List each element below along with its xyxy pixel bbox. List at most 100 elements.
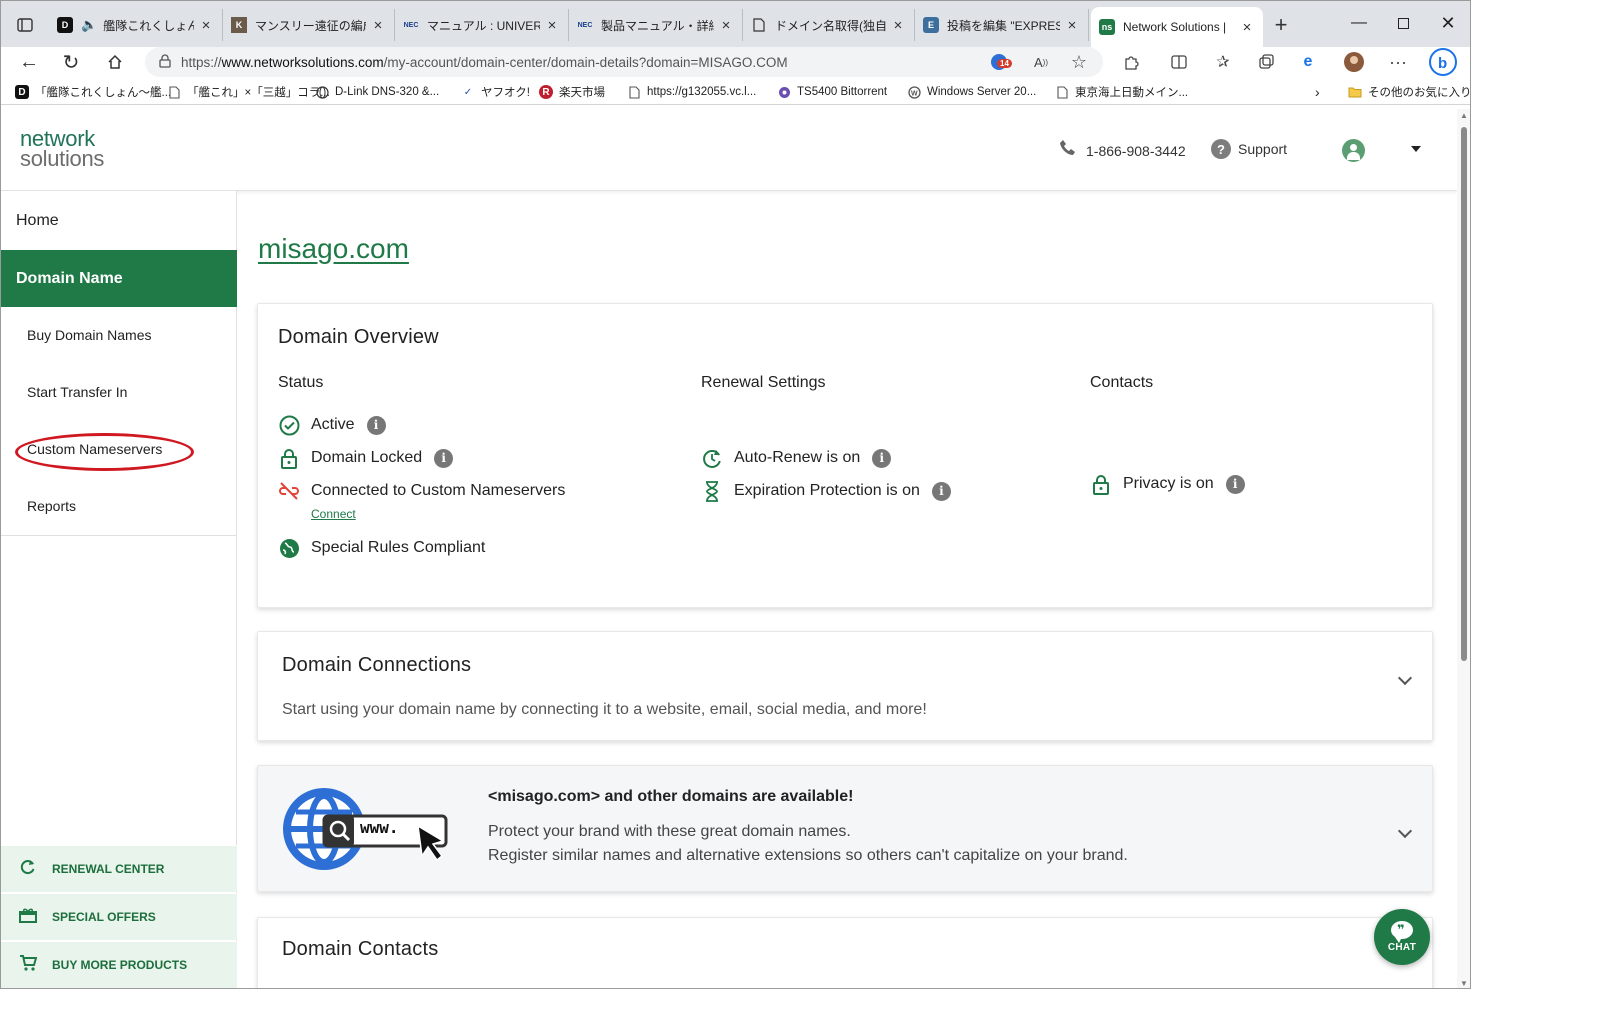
address-bar: ← ↻ https://www.networksolutions.com/my-… bbox=[1, 47, 1470, 77]
domain-overview-card: Domain Overview Status Renewal Settings … bbox=[257, 303, 1433, 608]
info-icon[interactable]: i bbox=[1225, 474, 1245, 494]
url-domain: www.networksolutions.com bbox=[221, 54, 384, 70]
lock-icon bbox=[278, 447, 300, 469]
more-menu-icon[interactable]: ··· bbox=[1382, 47, 1414, 77]
close-icon[interactable]: × bbox=[718, 17, 734, 34]
phone-link[interactable]: 1-866-908-3442 bbox=[1059, 139, 1186, 162]
new-tab-button[interactable]: + bbox=[1267, 11, 1295, 39]
bookmark-item[interactable]: D 「艦隊これくしょん～艦... bbox=[15, 83, 171, 101]
tab-post-edit[interactable]: E 投稿を編集 "EXPRESS × bbox=[915, 9, 1089, 41]
bookmark-label: D-Link DNS-320 &... bbox=[335, 86, 440, 98]
lock-icon[interactable] bbox=[159, 53, 181, 71]
bookmark-item[interactable]: D-Link DNS-320 &... bbox=[315, 83, 439, 101]
renewal-center-link[interactable]: RENEWAL CENTER bbox=[1, 845, 237, 892]
domain-connections-card[interactable]: Domain Connections Start using your doma… bbox=[257, 631, 1433, 741]
logo-line2: solutions bbox=[20, 146, 105, 171]
tab-monthly[interactable]: K マンスリー遠征の編成 × bbox=[223, 9, 395, 41]
domains-available-card[interactable]: www. <misago.com> and other domains are … bbox=[257, 765, 1433, 892]
bookmark-item[interactable]: 東京海上日動メイン... bbox=[1055, 83, 1188, 101]
sidebar-divider bbox=[1, 535, 237, 536]
scrollbar-thumb[interactable] bbox=[1461, 127, 1467, 661]
domain-title-link[interactable]: misago.com bbox=[258, 233, 409, 265]
favorite-star-icon[interactable]: ☆ bbox=[1063, 47, 1095, 77]
chevron-down-icon[interactable] bbox=[1397, 670, 1413, 686]
profile-avatar[interactable] bbox=[1338, 47, 1370, 77]
bookmark-item[interactable]: W Windows Server 20... bbox=[907, 83, 1036, 101]
privacy-label: Privacy is on bbox=[1123, 475, 1214, 492]
other-favorites[interactable]: その他のお気に入り bbox=[1348, 83, 1470, 101]
tab-domain-acq[interactable]: ドメイン名取得(独自ド × bbox=[743, 9, 915, 41]
user-avatar-icon[interactable] bbox=[1342, 139, 1365, 162]
annotation-ellipse bbox=[15, 433, 194, 471]
check-circle-icon bbox=[278, 414, 300, 436]
sidebar-item-buy-domain-names[interactable]: Buy Domain Names bbox=[27, 327, 152, 347]
buy-more-products-link[interactable]: BUY MORE PRODUCTS bbox=[1, 941, 237, 988]
url-path: /my-account/domain-center/domain-details… bbox=[383, 54, 788, 70]
d-logo-icon: D bbox=[15, 85, 29, 99]
sidebar-item-start-transfer-in[interactable]: Start Transfer In bbox=[27, 384, 127, 404]
site-header: network solutions 1-866-908-3442 ? Suppo… bbox=[1, 109, 1457, 191]
express-icon: E bbox=[923, 17, 939, 33]
info-icon[interactable]: i bbox=[434, 448, 454, 468]
renewal-center-label: RENEWAL CENTER bbox=[52, 862, 165, 876]
page-scrollbar[interactable]: ▲ ▼ bbox=[1457, 109, 1470, 988]
bing-icon[interactable]: b bbox=[1427, 47, 1459, 77]
close-icon[interactable]: × bbox=[1064, 17, 1080, 34]
chevron-right-icon[interactable]: › bbox=[1315, 83, 1320, 101]
sidebar-item-reports[interactable]: Reports bbox=[27, 498, 76, 518]
scroll-up-icon[interactable]: ▲ bbox=[1457, 111, 1470, 120]
info-icon[interactable]: i bbox=[366, 415, 386, 435]
close-icon[interactable]: × bbox=[890, 17, 906, 34]
scroll-down-icon[interactable]: ▼ bbox=[1457, 979, 1470, 988]
support-link[interactable]: ? Support bbox=[1211, 139, 1287, 159]
maximize-icon[interactable] bbox=[1383, 9, 1423, 37]
bookmark-label: 「艦隊これくしょん～艦... bbox=[35, 87, 172, 99]
nec-icon: NEC bbox=[403, 21, 419, 29]
split-screen-icon[interactable] bbox=[1163, 47, 1195, 77]
extensions-icon[interactable] bbox=[1115, 47, 1147, 77]
connect-link[interactable]: Connect bbox=[311, 507, 356, 521]
tab-actions-icon[interactable] bbox=[11, 11, 39, 39]
speaker-icon[interactable]: 🔈 bbox=[81, 17, 97, 33]
tab-nec-manual[interactable]: NEC マニュアル : UNIVERGE × bbox=[395, 9, 569, 41]
window-close-icon[interactable]: ✕ bbox=[1428, 9, 1468, 37]
bookmark-item[interactable]: TS5400 Bittorrent bbox=[777, 83, 887, 101]
caret-down-icon[interactable] bbox=[1411, 146, 1421, 152]
tab-nec-product[interactable]: NEC 製品マニュアル・詳細 × bbox=[569, 9, 743, 41]
collections-icon[interactable] bbox=[1250, 47, 1282, 77]
back-icon[interactable]: ← bbox=[11, 47, 47, 77]
url-field[interactable]: https://www.networksolutions.com/my-acco… bbox=[145, 47, 1103, 77]
close-icon[interactable]: × bbox=[198, 17, 214, 34]
close-icon[interactable]: × bbox=[1239, 19, 1255, 36]
promo-title: <misago.com> and other domains are avail… bbox=[488, 788, 854, 805]
favorites-icon[interactable]: ✰ bbox=[1207, 47, 1239, 77]
bookmark-item[interactable]: ✓ ヤフオク! bbox=[461, 83, 530, 101]
phone-number: 1-866-908-3442 bbox=[1086, 142, 1186, 159]
tab-network-solutions[interactable]: ns Network Solutions | × bbox=[1091, 7, 1263, 47]
sidebar-item-domain-name[interactable]: Domain Name bbox=[1, 250, 237, 307]
info-icon[interactable]: i bbox=[872, 448, 892, 468]
chevron-down-icon[interactable] bbox=[1397, 823, 1413, 839]
domain-contacts-card[interactable]: Domain Contacts bbox=[257, 917, 1433, 988]
expiration-protection-label: Expiration Protection is on bbox=[734, 482, 920, 499]
status-active-label: Active bbox=[311, 416, 355, 433]
close-icon[interactable]: × bbox=[544, 17, 560, 34]
info-icon[interactable]: i bbox=[931, 481, 951, 501]
rakuten-icon: R bbox=[539, 85, 553, 99]
shield-extension-icon[interactable]: 14 bbox=[983, 47, 1015, 77]
bookmark-item[interactable]: R 楽天市場 bbox=[539, 83, 605, 101]
promo-line1: Protect your brand with these great doma… bbox=[488, 823, 851, 840]
home-icon[interactable] bbox=[97, 47, 133, 77]
read-aloud-icon[interactable]: A)) bbox=[1025, 47, 1057, 77]
sidebar-item-home[interactable]: Home bbox=[1, 191, 237, 250]
network-solutions-logo[interactable]: network solutions bbox=[20, 128, 105, 171]
chat-button[interactable]: ❞ CHAT bbox=[1374, 909, 1430, 965]
close-icon[interactable]: × bbox=[370, 17, 386, 34]
refresh-icon[interactable]: ↻ bbox=[53, 47, 89, 77]
bookmark-item[interactable]: https://g132055.vc.l... bbox=[627, 83, 756, 101]
minimize-icon[interactable]: — bbox=[1339, 9, 1379, 37]
tab-kancolle[interactable]: D 🔈 艦隊これくしょん -艦 × bbox=[49, 9, 223, 41]
special-offers-link[interactable]: SPECIAL OFFERS bbox=[1, 893, 237, 940]
bookmark-item[interactable]: 「艦これ」×「三越」コラ... bbox=[167, 83, 330, 101]
edge-icon[interactable]: e bbox=[1292, 47, 1324, 77]
